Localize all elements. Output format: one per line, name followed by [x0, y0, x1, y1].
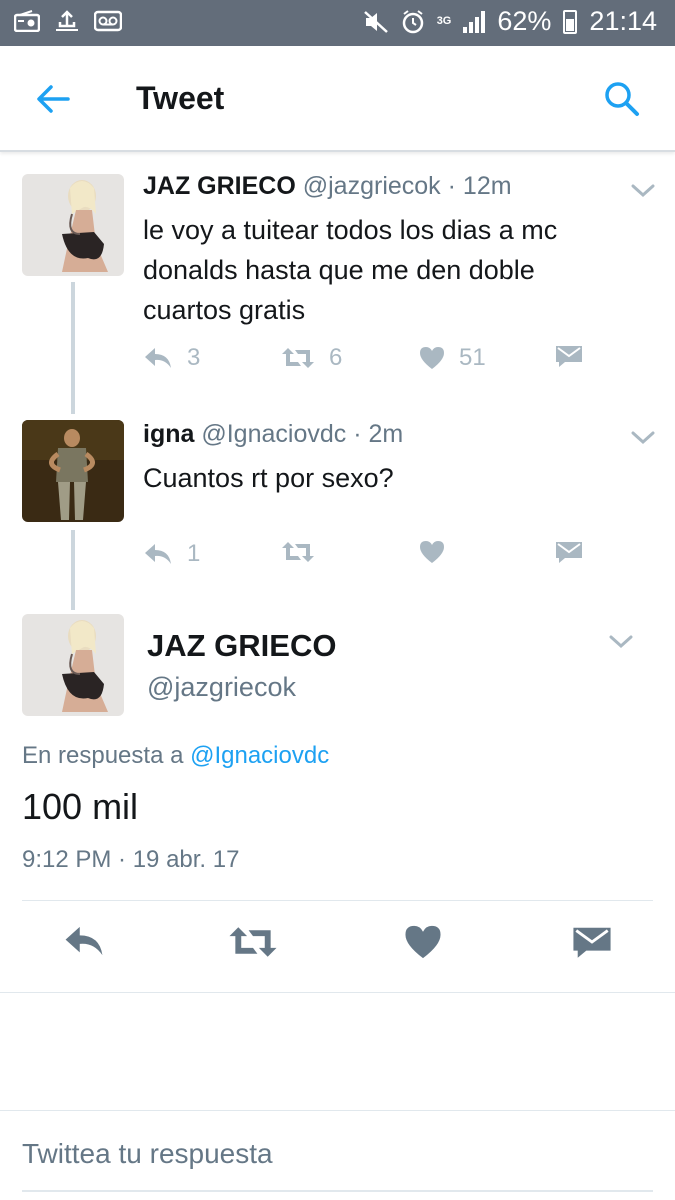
battery-percent: 62%	[497, 6, 552, 36]
clock: 21:14	[589, 6, 657, 36]
reply-button[interactable]	[62, 924, 106, 963]
display-name[interactable]: igna	[143, 420, 194, 448]
chevron-down-icon[interactable]	[608, 634, 634, 650]
handle[interactable]: @Ignaciovdc	[201, 420, 346, 448]
retweet-icon	[282, 542, 314, 562]
chevron-down-icon[interactable]	[630, 430, 656, 446]
handle[interactable]: @jazgriecok	[147, 672, 296, 703]
display-name[interactable]: JAZ GRIECO	[147, 628, 336, 664]
network-type: 3G	[436, 15, 452, 27]
back-arrow-icon	[37, 85, 70, 113]
dm-button[interactable]	[572, 924, 612, 965]
timestamp: 12m	[462, 172, 512, 200]
reply-icon	[145, 348, 171, 368]
avatar[interactable]	[22, 420, 124, 522]
avatar[interactable]	[22, 614, 124, 716]
dm-button[interactable]	[555, 540, 583, 564]
battery-icon	[563, 9, 578, 34]
status-left-icons	[14, 10, 122, 32]
tweet-header: igna @Ignaciovdc · 2m	[143, 420, 403, 449]
heart-icon	[405, 925, 441, 959]
thread-connector	[71, 530, 75, 610]
retweet-button[interactable]	[281, 540, 329, 564]
divider	[0, 1110, 675, 1111]
status-right-icons: 3G 62% 21:14	[363, 6, 657, 37]
like-button[interactable]: 51	[419, 344, 486, 372]
avatar-photo	[22, 174, 124, 276]
divider	[0, 992, 675, 993]
search-button[interactable]	[599, 76, 645, 122]
retweet-icon	[229, 927, 277, 957]
mute-icon	[363, 10, 388, 33]
tweet-actions: 3 6 51	[143, 344, 603, 384]
heart-icon	[420, 541, 444, 563]
voicemail-icon	[94, 10, 122, 32]
tweet-text: le voy a tuitear todos los dias a mc don…	[143, 215, 558, 325]
separator-dot: ·	[447, 172, 456, 200]
reply-button[interactable]: 3	[143, 344, 200, 372]
display-name[interactable]: JAZ GRIECO	[143, 172, 296, 200]
tweet-date: 9:12 PM · 19 abr. 17	[22, 846, 240, 873]
retweet-button[interactable]: 6	[281, 344, 342, 372]
avatar[interactable]	[22, 174, 124, 276]
tweet-actions: 1	[143, 540, 603, 580]
avatar-photo	[22, 420, 124, 522]
heart-icon	[420, 347, 444, 369]
radio-icon	[14, 10, 40, 32]
message-icon	[556, 542, 582, 563]
status-bar: 3G 62% 21:14	[0, 0, 675, 46]
divider	[22, 900, 653, 901]
reply-to-link[interactable]: @Ignaciovdc	[190, 742, 329, 769]
reply-input-underline	[22, 1190, 653, 1192]
app-header: Tweet	[0, 46, 675, 152]
timestamp: 2m	[368, 420, 404, 448]
chevron-down-icon[interactable]	[630, 183, 656, 199]
alarm-icon	[402, 9, 423, 33]
search-icon	[605, 82, 639, 116]
reply-prefix: En respuesta a	[22, 742, 184, 769]
reply-button[interactable]: 1	[143, 540, 200, 568]
like-button[interactable]	[419, 540, 459, 564]
thread-connector	[71, 282, 75, 414]
like-button[interactable]	[404, 924, 442, 965]
reply-icon	[65, 926, 103, 956]
retweet-button[interactable]	[228, 924, 278, 965]
handle[interactable]: @jazgriecok	[303, 172, 441, 200]
signal-icon	[463, 10, 486, 33]
message-icon	[556, 346, 582, 367]
avatar-photo	[22, 614, 124, 716]
page-title: Tweet	[136, 80, 225, 116]
reply-count: 3	[187, 344, 201, 371]
tweet-text: 100 mil	[22, 786, 139, 827]
retweet-count: 6	[329, 344, 343, 371]
retweet-icon	[282, 348, 314, 368]
reply-icon	[145, 544, 171, 564]
reply-count: 1	[187, 540, 201, 567]
reply-input[interactable]: Twittea tu respuesta	[22, 1138, 273, 1170]
separator-dot: ·	[353, 420, 362, 448]
like-count: 51	[459, 344, 486, 371]
back-button[interactable]	[30, 76, 76, 122]
main-tweet-actions	[0, 924, 675, 970]
dm-button[interactable]	[555, 344, 583, 368]
tweet-text: Cuantos rt por sexo?	[143, 463, 394, 493]
reply-context: En respuesta a @Ignaciovdc	[22, 742, 329, 770]
message-icon	[573, 927, 611, 958]
tweet-header: JAZ GRIECO @jazgriecok · 12m	[143, 172, 512, 201]
usb-icon	[56, 10, 78, 31]
